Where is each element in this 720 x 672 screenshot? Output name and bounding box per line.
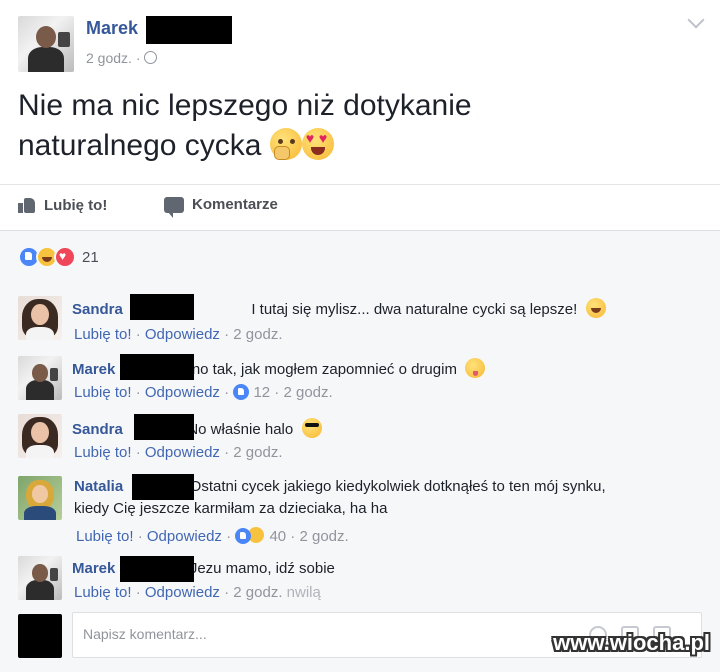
post-meta: 2 godz. · [86, 50, 158, 66]
comment-avatar[interactable] [18, 556, 62, 600]
tongue-out-emoji [465, 358, 486, 378]
redaction-bar [134, 414, 194, 440]
comment-text-line2: kiedy Cię jeszcze karmiłam za dzieciaka,… [74, 500, 388, 517]
comment-time[interactable]: 2 godz. [233, 584, 282, 601]
post-text: Nie ma nic lepszego niż dotykanie natura… [18, 86, 618, 166]
comment-extra-text: nwilą [286, 584, 321, 601]
comment-reply-link[interactable]: Odpowiedz [145, 444, 220, 461]
comment-text: Jezu mamo, idź sobie [189, 560, 335, 577]
comment-body: Marek Jezu mamo, idź sobie [72, 560, 335, 578]
comment-meta: Lubię to! · Odpowiedz · 2 godz. [74, 444, 283, 461]
comment-avatar[interactable] [18, 476, 62, 520]
redaction-bar [130, 294, 194, 320]
comment-avatar[interactable] [18, 296, 62, 340]
comment-reply-link[interactable]: Odpowiedz [147, 528, 222, 545]
like-button-label: Lubię to! [44, 196, 108, 214]
comment-text: Ostatni cycek jakiego kiedykolwiek dotkn… [189, 478, 606, 495]
like-reaction-icon [233, 384, 250, 400]
comment-input[interactable] [81, 613, 525, 655]
comment-meta: Lubię to! · Odpowiedz · 2 godz. [74, 326, 283, 343]
redaction-bar [146, 16, 232, 44]
thinking-hand-emoji [269, 128, 302, 160]
comment-like-link[interactable]: Lubię to! [74, 444, 132, 461]
reactions-summary[interactable]: 21 [18, 246, 99, 268]
comment-meta: Lubię to! · Odpowiedz · 40 · 2 godz. [76, 526, 349, 545]
comment-author[interactable]: Marek [72, 361, 115, 378]
post-text-content: Nie ma nic lepszego niż dotykanie natura… [18, 89, 472, 162]
comment-author[interactable]: Sandra [72, 421, 123, 438]
like-button[interactable]: Lubię to! [18, 196, 107, 214]
comment-text: No właśnie halo [187, 421, 294, 438]
heart-eyes-emoji [301, 128, 334, 160]
comment-icon [164, 196, 184, 218]
comment-time[interactable]: 2 godz. [233, 444, 282, 461]
comment-meta: Lubię to! · Odpowiedz · 12 · 2 godz. [74, 384, 333, 401]
comment-author[interactable]: Marek [72, 560, 115, 577]
comment-like-link[interactable]: Lubię to! [74, 384, 132, 401]
comment-time[interactable]: 2 godz. [283, 384, 332, 401]
comment-reply-link[interactable]: Odpowiedz [145, 384, 220, 401]
globe-icon [144, 51, 158, 64]
divider [0, 184, 720, 185]
love-reaction-icon [54, 246, 76, 268]
redaction-bar [120, 354, 194, 380]
comment-reply-link[interactable]: Odpowiedz [145, 584, 220, 601]
post-time[interactable]: 2 godz. [86, 50, 132, 66]
comment-like-link[interactable]: Lubię to! [74, 584, 132, 601]
post-author-name[interactable]: Marek [86, 18, 138, 39]
comment-text: I tutaj się mylisz... dwa naturalne cyck… [251, 301, 578, 318]
current-user-avatar [18, 614, 62, 658]
laughing-emoji [585, 298, 606, 318]
comment-body: Sandra No właśnie halo [72, 418, 322, 439]
post-author-avatar[interactable] [18, 16, 74, 72]
comment-reply-link[interactable]: Odpowiedz [145, 326, 220, 343]
meta-separator: · [135, 50, 145, 66]
redaction-bar [120, 556, 194, 582]
comment-avatar[interactable] [18, 414, 62, 458]
comment-author[interactable]: Sandra [72, 301, 123, 318]
comment-like-link[interactable]: Lubię to! [74, 326, 132, 343]
comment-button[interactable]: Komentarze [164, 196, 278, 218]
watermark: www.wiocha.pl [553, 630, 710, 655]
comment-like-link[interactable]: Lubię to! [76, 528, 134, 545]
comment-author[interactable]: Natalia [74, 478, 123, 495]
comment-button-label: Komentarze [192, 196, 278, 213]
divider [0, 230, 720, 231]
comment-reaction-count[interactable]: 12 [253, 384, 270, 401]
comment-time[interactable]: 2 godz. [233, 326, 282, 343]
comment-time[interactable]: 2 godz. [299, 528, 348, 545]
comment-text: no tak, jak mogłem zapomnieć o drugim [191, 361, 457, 378]
thumbs-up-icon [18, 196, 36, 214]
reactions-count[interactable]: 21 [82, 249, 99, 266]
comment-reaction-count[interactable]: 40 [269, 528, 286, 545]
comment-meta: Lubię to! · Odpowiedz · 2 godz. nwilą [74, 584, 321, 601]
chevron-down-icon[interactable] [687, 11, 705, 29]
sunglasses-emoji [301, 418, 322, 438]
redaction-bar [132, 474, 194, 500]
comment-avatar[interactable] [18, 356, 62, 400]
